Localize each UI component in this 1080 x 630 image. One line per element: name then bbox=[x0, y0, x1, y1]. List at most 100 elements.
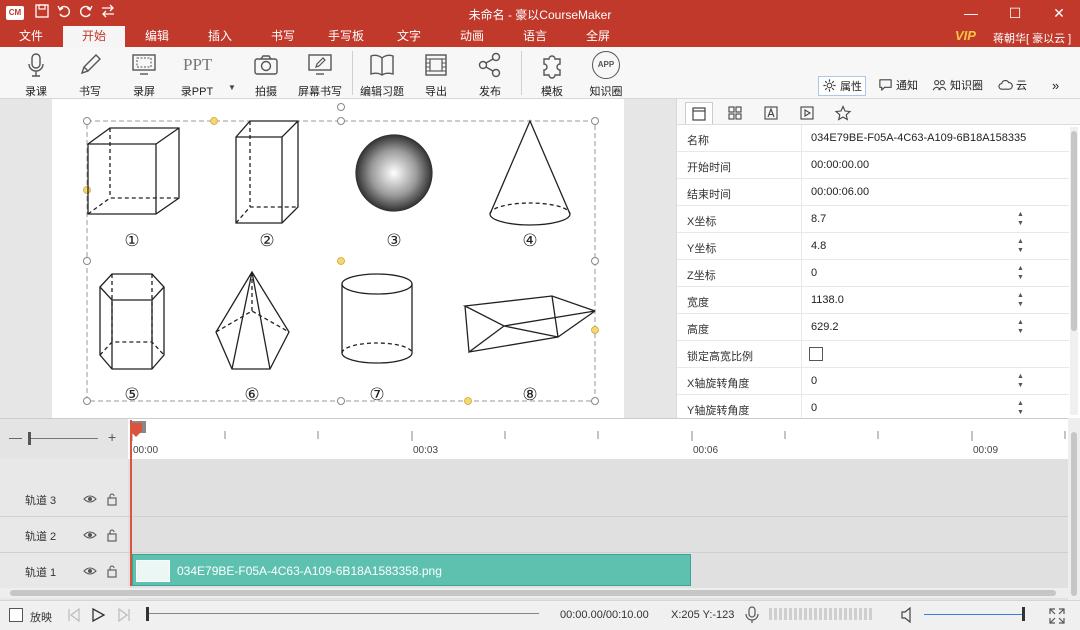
properties-tab-button[interactable]: 属性 bbox=[818, 76, 866, 96]
notifications-button[interactable]: 通知 bbox=[878, 76, 918, 96]
shape-label: ② bbox=[259, 231, 274, 251]
record-screen-button[interactable]: 录屏 bbox=[119, 49, 169, 98]
volume-icon[interactable] bbox=[900, 606, 916, 624]
record-course-button[interactable]: 录课 bbox=[11, 49, 61, 98]
template-button[interactable]: 模板 bbox=[527, 49, 577, 98]
spinner-icon[interactable]: ▲ ▼ bbox=[1017, 210, 1025, 228]
knowledge-circle-label: 知识圈 bbox=[950, 80, 983, 92]
fullscreen-icon[interactable] bbox=[1048, 607, 1066, 625]
zoom-out-button[interactable]: — bbox=[9, 430, 22, 445]
maximize-button[interactable]: ☐ bbox=[1000, 2, 1030, 24]
ruler-label: 00:03 bbox=[413, 445, 439, 456]
properties-scrollbar[interactable] bbox=[1070, 127, 1078, 415]
vip-badge[interactable]: VIP bbox=[955, 28, 976, 43]
menu-animation[interactable]: 动画 bbox=[441, 26, 503, 47]
menu-tablet[interactable]: 手写板 bbox=[315, 26, 377, 47]
progress-track[interactable] bbox=[149, 613, 539, 614]
prop-value-start-time[interactable]: 00:00:00.00 bbox=[811, 159, 869, 171]
properties-tabs bbox=[677, 99, 1080, 125]
spinner-icon[interactable]: ▲ ▼ bbox=[1017, 372, 1025, 390]
tab-layout[interactable] bbox=[685, 102, 713, 124]
volume-track[interactable] bbox=[924, 614, 1024, 615]
play-button-icon[interactable] bbox=[90, 607, 106, 623]
skip-back-icon[interactable] bbox=[66, 607, 82, 623]
spinner-icon[interactable]: ▲ ▼ bbox=[1017, 291, 1025, 309]
screen-write-button[interactable]: 屏幕书写 bbox=[295, 49, 345, 98]
ruler-label: 00:09 bbox=[973, 445, 999, 456]
record-ppt-dropdown-icon[interactable]: ▼ bbox=[228, 83, 236, 92]
progress-thumb[interactable] bbox=[146, 607, 149, 621]
publish-button[interactable]: 发布 bbox=[465, 49, 515, 98]
spinner-icon[interactable]: ▲ ▼ bbox=[1017, 264, 1025, 282]
menu-insert[interactable]: 插入 bbox=[189, 26, 251, 47]
book-icon bbox=[370, 54, 394, 76]
minimize-button[interactable]: — bbox=[956, 2, 986, 24]
eye-icon[interactable] bbox=[83, 492, 97, 506]
menu-fullscreen[interactable]: 全屏 bbox=[567, 26, 629, 47]
spinner-icon[interactable]: ▲ ▼ bbox=[1017, 399, 1025, 417]
timeline-vertical-scrollbar[interactable] bbox=[1068, 418, 1080, 600]
prop-value-width[interactable]: 1138.0 bbox=[811, 294, 844, 306]
timeline-horizontal-scrollbar[interactable] bbox=[0, 588, 1068, 598]
prop-value-height[interactable]: 629.2 bbox=[811, 321, 839, 333]
menu-language[interactable]: 语言 bbox=[504, 26, 566, 47]
knowledge-circle-button[interactable]: 知识圈 bbox=[932, 76, 983, 96]
photo-button[interactable]: 拍摄 bbox=[241, 49, 291, 98]
lock-icon[interactable] bbox=[105, 492, 119, 506]
slide-canvas[interactable]: ① ② ③ ④ ⑤ ⑥ ⑦ ⑧ bbox=[52, 99, 624, 418]
menu-text[interactable]: 文字 bbox=[378, 26, 440, 47]
lock-icon[interactable] bbox=[105, 528, 119, 542]
export-button[interactable]: 导出 bbox=[411, 49, 461, 98]
tab-text[interactable] bbox=[757, 102, 785, 124]
tab-effects[interactable] bbox=[829, 102, 857, 124]
menu-start[interactable]: 开始 bbox=[63, 26, 125, 47]
geometry-image[interactable]: ① ② ③ ④ ⑤ ⑥ ⑦ ⑧ bbox=[52, 99, 624, 418]
menu-file[interactable]: 文件 bbox=[0, 26, 62, 47]
menu-edit[interactable]: 编辑 bbox=[126, 26, 188, 47]
play-icon bbox=[800, 106, 814, 120]
timeline-clip[interactable]: 034E79BE-F05A-4C63-A109-6B18A1583358.png bbox=[132, 554, 691, 586]
prop-value-end-time[interactable]: 00:00:06.00 bbox=[811, 186, 869, 198]
prop-row-x: X坐标 8.7 ▲ ▼ bbox=[677, 206, 1069, 233]
prop-value-y-rotation[interactable]: 0 bbox=[811, 402, 817, 414]
playhead-line[interactable] bbox=[130, 420, 132, 586]
zoom-in-button[interactable]: + bbox=[108, 429, 116, 445]
record-ppt-label: 录PPT bbox=[180, 86, 214, 98]
write-button[interactable]: 书写 bbox=[65, 49, 115, 98]
clip-name: 034E79BE-F05A-4C63-A109-6B18A1583358.png bbox=[177, 564, 442, 578]
record-ppt-button[interactable]: PPT 录PPT bbox=[172, 49, 222, 98]
timeline-zoom: — + bbox=[0, 419, 128, 459]
clip-thumbnail bbox=[136, 560, 170, 582]
skip-forward-icon[interactable] bbox=[116, 607, 132, 623]
screen-record-icon bbox=[132, 54, 156, 75]
eye-icon[interactable] bbox=[83, 528, 97, 542]
spinner-icon[interactable]: ▲ ▼ bbox=[1017, 318, 1025, 336]
prop-key: 锁定高宽比例 bbox=[687, 351, 753, 363]
cloud-button[interactable]: 云 bbox=[998, 76, 1027, 96]
prop-row-start-time: 开始时间 00:00:00.00 bbox=[677, 152, 1069, 179]
prop-value-y[interactable]: 4.8 bbox=[811, 240, 826, 252]
tab-grid[interactable] bbox=[721, 102, 749, 124]
prop-value-x[interactable]: 8.7 bbox=[811, 213, 826, 225]
prop-value-z[interactable]: 0 bbox=[811, 267, 817, 279]
zoom-slider-thumb[interactable] bbox=[28, 432, 31, 445]
edit-exercise-button[interactable]: 编辑习题 bbox=[357, 49, 407, 98]
show-checkbox[interactable] bbox=[9, 608, 23, 622]
expand-toolbar-icon[interactable]: » bbox=[1052, 76, 1059, 96]
lock-ratio-checkbox[interactable] bbox=[809, 347, 823, 361]
time-ruler[interactable]: 00:00 00:03 00:06 00:09 bbox=[128, 419, 1068, 459]
knowledge-button[interactable]: APP 知识圈 bbox=[581, 49, 631, 98]
volume-thumb[interactable] bbox=[1022, 607, 1025, 621]
user-account[interactable]: 蒋朝华[ 豪以云 ] bbox=[993, 30, 1071, 46]
tab-media[interactable] bbox=[793, 102, 821, 124]
menu-write[interactable]: 书写 bbox=[252, 26, 314, 47]
toolbar-separator bbox=[352, 51, 353, 95]
eye-icon[interactable] bbox=[83, 564, 97, 578]
spinner-icon[interactable]: ▲ ▼ bbox=[1017, 237, 1025, 255]
prop-value-name[interactable]: 034E79BE-F05A-4C63-A109-6B18A158335 bbox=[811, 132, 1026, 144]
zoom-slider-track[interactable] bbox=[28, 438, 98, 439]
microphone-status-icon[interactable] bbox=[744, 606, 760, 624]
prop-value-x-rotation[interactable]: 0 bbox=[811, 375, 817, 387]
close-button[interactable]: ✕ bbox=[1044, 2, 1074, 24]
lock-icon[interactable] bbox=[105, 564, 119, 578]
